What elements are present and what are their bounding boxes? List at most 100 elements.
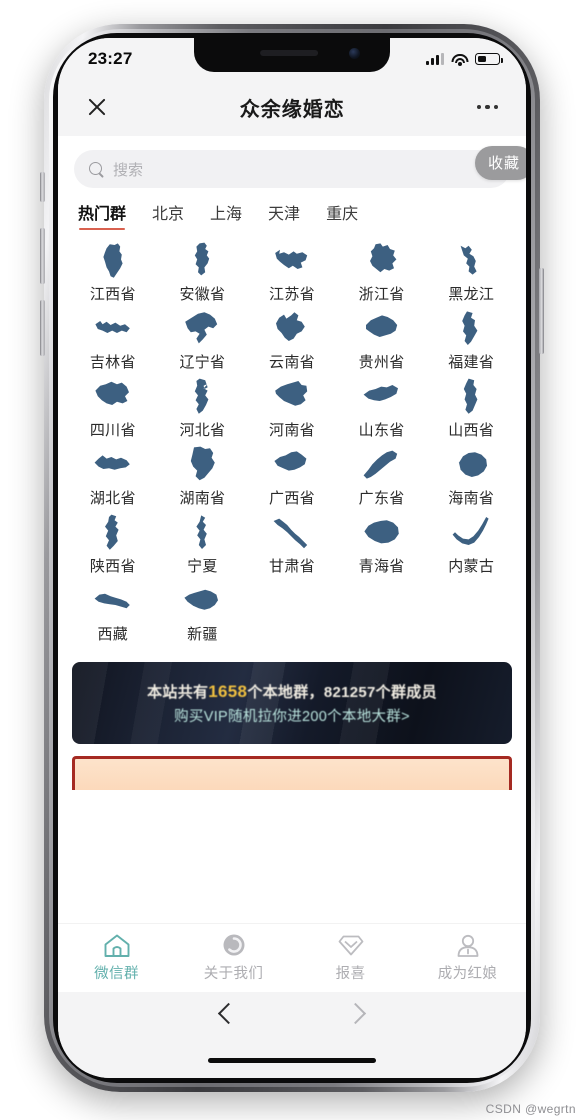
search-icon: [89, 161, 104, 177]
promo-strip[interactable]: [72, 756, 512, 790]
volume-down-button[interactable]: [40, 300, 45, 356]
tab-chongqing[interactable]: 重庆: [326, 200, 358, 233]
diamond-icon: [337, 933, 365, 959]
province-item[interactable]: 吉林省: [68, 309, 158, 372]
province-item[interactable]: 山东省: [337, 377, 427, 440]
province-shape-icon: [448, 377, 494, 417]
home-indicator[interactable]: [208, 1057, 376, 1063]
province-shape-icon: [90, 445, 136, 485]
tabbar-item-wechat-groups[interactable]: 微信群: [58, 924, 175, 992]
province-item[interactable]: 云南省: [247, 309, 337, 372]
mute-switch-button[interactable]: [40, 172, 45, 202]
tabbar-label: 微信群: [94, 966, 139, 982]
province-shape-icon: [448, 513, 494, 553]
province-label: 四川省: [89, 422, 136, 439]
province-shape-icon: [359, 513, 405, 553]
promo-banner-cta[interactable]: 购买VIP随机拉你进200个本地大群>: [174, 705, 410, 726]
province-item[interactable]: 江西省: [68, 241, 158, 304]
province-label: 辽宁省: [179, 354, 226, 371]
province-item[interactable]: 湖南省: [158, 445, 248, 508]
province-shape-icon: [90, 581, 136, 621]
province-item[interactable]: 贵州省: [337, 309, 427, 372]
tab-tianjin[interactable]: 天津: [268, 200, 300, 233]
promo-banner[interactable]: 本站共有1658个本地群，821257个群成员 购买VIP随机拉你进200个本地…: [72, 662, 512, 744]
province-shape-icon: [179, 377, 225, 417]
province-item[interactable]: 江苏省: [247, 241, 337, 304]
province-item[interactable]: 安徽省: [158, 241, 248, 304]
promo-suffix: 个本地群，821257个群成员: [247, 683, 437, 701]
province-label: 陕西省: [89, 558, 136, 575]
tabbar-item-about-us[interactable]: 关于我们: [175, 924, 292, 992]
province-item[interactable]: 四川省: [68, 377, 158, 440]
earpiece-speaker-icon: [260, 50, 319, 56]
province-item[interactable]: 广东省: [337, 445, 427, 508]
province-shape-icon: [90, 241, 136, 281]
province-shape-icon: [179, 581, 225, 621]
tab-beijing[interactable]: 北京: [152, 200, 184, 233]
province-label: 广东省: [358, 490, 405, 507]
province-label: 青海省: [358, 558, 405, 575]
province-shape-icon: [90, 309, 136, 349]
province-shape-icon: [359, 445, 405, 485]
tab-shanghai[interactable]: 上海: [210, 200, 242, 233]
province-shape-icon: [269, 513, 315, 553]
province-shape-icon: [448, 309, 494, 349]
chevron-right-icon[interactable]: [344, 1002, 367, 1025]
province-item[interactable]: 广西省: [247, 445, 337, 508]
province-label: 山东省: [358, 422, 405, 439]
power-button[interactable]: [539, 268, 544, 354]
province-item[interactable]: 辽宁省: [158, 309, 248, 372]
province-item[interactable]: 新疆: [158, 581, 248, 644]
province-item[interactable]: 山西省: [426, 377, 516, 440]
province-shape-icon: [359, 377, 405, 417]
province-item[interactable]: 甘肃省: [247, 513, 337, 576]
province-shape-icon: [269, 241, 315, 281]
province-shape-icon: [269, 445, 315, 485]
search-input[interactable]: 搜索: [74, 150, 510, 188]
province-label: 安徽省: [179, 286, 226, 303]
notch: [194, 38, 390, 72]
tabbar-item-become-matchmaker[interactable]: 成为红娘: [409, 924, 526, 992]
close-icon[interactable]: [86, 96, 108, 118]
bottom-tabbar: 微信群 关于我们 报喜 成为红娘: [58, 924, 526, 992]
screenshot-stage: 23:27 众余缘婚恋 搜索 收藏 热门群 北京 上海 天津 重庆 江西省 安徽…: [0, 0, 584, 1120]
province-item[interactable]: 浙江省: [337, 241, 427, 304]
province-shape-icon: [179, 309, 225, 349]
province-label: 广西省: [269, 490, 315, 507]
province-item[interactable]: 青海省: [337, 513, 427, 576]
webview-content: 搜索 收藏 热门群 北京 上海 天津 重庆 江西省 安徽省 江苏省 浙江省 黑龙…: [58, 136, 526, 992]
province-item[interactable]: 河北省: [158, 377, 248, 440]
tabbar-item-good-news[interactable]: 报喜: [292, 924, 409, 992]
favorite-button[interactable]: 收藏: [474, 146, 526, 180]
promo-group-count: 1658: [208, 681, 248, 701]
chevron-left-icon[interactable]: [217, 1002, 240, 1025]
app-header: 众余缘婚恋: [58, 78, 526, 136]
volume-up-button[interactable]: [40, 228, 45, 284]
province-label: 内蒙古: [448, 558, 495, 575]
province-item[interactable]: 西藏: [68, 581, 158, 644]
browser-bottom-bar: [58, 992, 526, 1078]
more-options-icon[interactable]: [476, 104, 498, 110]
watermark: CSDN @wegrtn: [485, 1102, 576, 1116]
province-label: 海南省: [448, 490, 495, 507]
category-tabs: 热门群 北京 上海 天津 重庆: [58, 194, 526, 233]
battery-icon: [475, 53, 503, 65]
province-item[interactable]: 陕西省: [68, 513, 158, 576]
province-item[interactable]: 湖北省: [68, 445, 158, 508]
info-circle-icon: [220, 933, 248, 959]
province-label: 新疆: [187, 626, 218, 643]
tabbar-label: 关于我们: [203, 966, 264, 982]
tab-hot-groups[interactable]: 热门群: [78, 200, 126, 233]
province-shape-icon: [448, 241, 494, 281]
province-item[interactable]: 河南省: [247, 377, 337, 440]
page-title: 众余缘婚恋: [239, 98, 345, 121]
province-label: 吉林省: [89, 354, 136, 371]
promo-banner-stats: 本站共有1658个本地群，821257个群成员: [147, 681, 437, 702]
province-shape-icon: [269, 309, 315, 349]
province-item[interactable]: 福建省: [426, 309, 516, 372]
province-item[interactable]: 宁夏: [158, 513, 248, 576]
province-item[interactable]: 海南省: [426, 445, 516, 508]
province-label: 福建省: [448, 354, 495, 371]
province-item[interactable]: 内蒙古: [426, 513, 516, 576]
province-item[interactable]: 黑龙江: [426, 241, 516, 304]
